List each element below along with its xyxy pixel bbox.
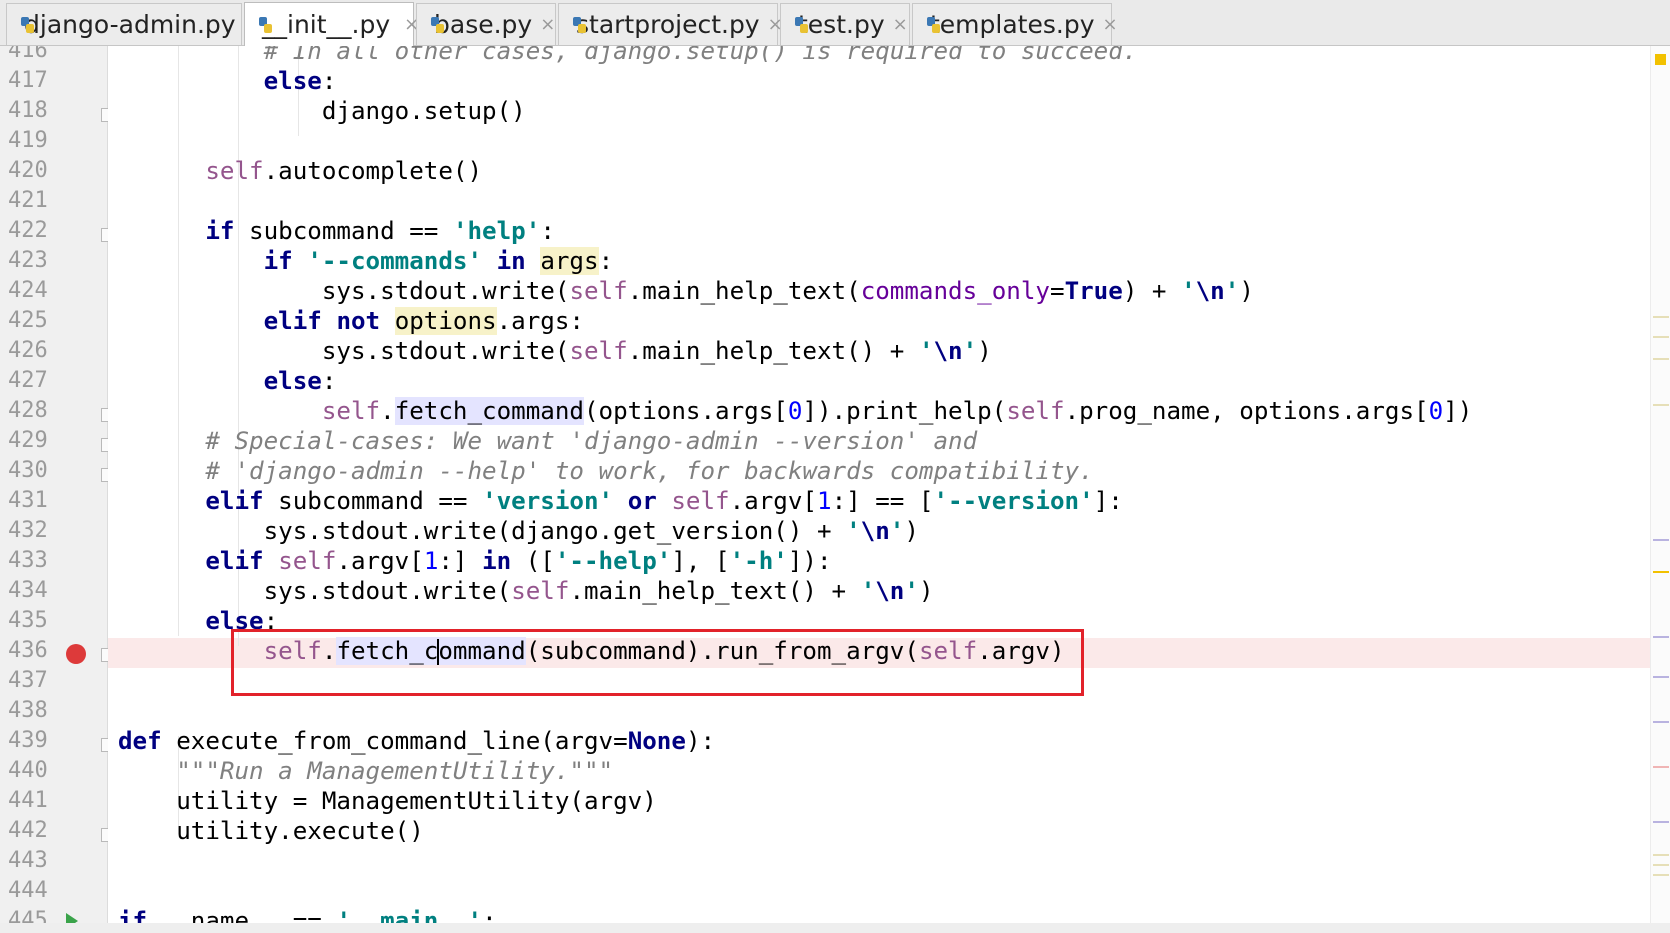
code-line-441: utility = ManagementUtility(argv) xyxy=(176,787,657,815)
code-line-440: """Run a ManagementUtility.""" xyxy=(176,757,614,785)
tab-base-py[interactable]: base.py × xyxy=(416,3,556,45)
code-line-427: else: xyxy=(263,367,337,395)
code-line-424: sys.stdout.write(self.main_help_text(com… xyxy=(321,277,1254,305)
tab-test-py[interactable]: test.py × xyxy=(780,3,910,45)
stripe-mark[interactable] xyxy=(1653,404,1669,406)
warning-indicator-icon[interactable] xyxy=(1655,54,1666,65)
stripe-mark[interactable] xyxy=(1653,874,1669,876)
tab-label: base.py xyxy=(434,10,533,39)
tab-startproject-py[interactable]: startproject.py × xyxy=(558,3,783,45)
stripe-mark[interactable] xyxy=(1653,854,1669,856)
tab-label: startproject.py xyxy=(576,10,760,39)
tab-init-py[interactable]: __init__.py × xyxy=(244,2,419,46)
code-line-425: elif not options.args: xyxy=(263,307,584,335)
code-line-434: sys.stdout.write(self.main_help_text() +… xyxy=(263,577,934,605)
line-number: 435 xyxy=(8,608,48,633)
stripe-mark[interactable] xyxy=(1653,821,1669,823)
code-line-428: self.fetch_command(options.args[0]).prin… xyxy=(321,397,1473,425)
line-number: 430 xyxy=(8,458,48,483)
line-number: 444 xyxy=(8,878,48,903)
line-number: 440 xyxy=(8,758,48,783)
code-line-430: # 'django-admin --help' to work, for bac… xyxy=(205,457,1094,485)
stripe-mark[interactable] xyxy=(1653,571,1669,573)
line-number: 421 xyxy=(8,188,48,213)
editor-tab-bar: django-admin.py × __init__.py × base.py … xyxy=(0,0,1670,46)
code-line-439: def execute_from_command_line(argv=None)… xyxy=(118,727,716,755)
code-line-418: django.setup() xyxy=(321,97,526,125)
code-line-433: elif self.argv[1:] in (['--help'], ['-h'… xyxy=(205,547,832,575)
tab-label: templates.py xyxy=(930,10,1095,39)
close-tab-icon[interactable]: × xyxy=(1103,14,1118,35)
stripe-mark[interactable] xyxy=(1653,336,1669,338)
line-number: 417 xyxy=(8,68,48,93)
line-number: 423 xyxy=(8,248,48,273)
line-number: 425 xyxy=(8,308,48,333)
close-tab-icon[interactable]: × xyxy=(893,14,908,35)
line-number: 443 xyxy=(8,848,48,873)
line-number: 431 xyxy=(8,488,48,513)
line-number-gutter[interactable]: 416 417 418 419 420 421 422 423 424 425 … xyxy=(0,46,108,933)
code-line-423: if '--commands' in args: xyxy=(263,247,614,275)
code-line-417: else: xyxy=(263,67,337,95)
line-number: 416 xyxy=(8,46,48,63)
line-number: 418 xyxy=(8,98,48,123)
code-line-431: elif subcommand == 'version' or self.arg… xyxy=(205,487,1123,515)
line-number: 437 xyxy=(8,668,48,693)
line-number: 438 xyxy=(8,698,48,723)
code-line-432: sys.stdout.write(django.get_version() + … xyxy=(263,517,919,545)
code-line-416: # In all other cases, django.setup() is … xyxy=(263,46,1138,65)
code-line-420: self.autocomplete() xyxy=(205,157,483,185)
line-number: 419 xyxy=(8,128,48,153)
line-number: 439 xyxy=(8,728,48,753)
tab-django-admin-py[interactable]: django-admin.py × xyxy=(6,3,259,45)
line-number: 434 xyxy=(8,578,48,603)
stripe-mark[interactable] xyxy=(1653,316,1669,318)
code-line-426: sys.stdout.write(self.main_help_text() +… xyxy=(321,337,992,365)
line-number: 433 xyxy=(8,548,48,573)
code-line-429: # Special-cases: We want 'django-admin -… xyxy=(205,427,978,455)
stripe-mark[interactable] xyxy=(1653,636,1669,638)
stripe-mark[interactable] xyxy=(1653,539,1669,541)
line-number: 441 xyxy=(8,788,48,813)
code-editor[interactable]: # In all other cases, django.setup() is … xyxy=(108,46,1650,923)
tab-label: __init__.py xyxy=(262,10,391,39)
tab-label: test.py xyxy=(798,10,885,39)
line-number: 432 xyxy=(8,518,48,543)
line-number: 436 xyxy=(8,638,48,663)
line-number: 427 xyxy=(8,368,48,393)
code-line-422: if subcommand == 'help': xyxy=(205,217,555,245)
stripe-mark[interactable] xyxy=(1653,766,1669,768)
line-number: 442 xyxy=(8,818,48,843)
line-number: 422 xyxy=(8,218,48,243)
line-number: 420 xyxy=(8,158,48,183)
horizontal-scrollbar[interactable] xyxy=(0,923,1670,933)
close-tab-icon[interactable]: × xyxy=(540,14,555,35)
highlight-annotation-box xyxy=(231,629,1084,696)
line-number: 429 xyxy=(8,428,48,453)
stripe-mark[interactable] xyxy=(1653,721,1669,723)
stripe-mark[interactable] xyxy=(1653,864,1669,866)
tab-label: django-admin.py xyxy=(24,10,236,39)
error-stripe[interactable] xyxy=(1650,46,1670,923)
line-number: 426 xyxy=(8,338,48,363)
stripe-mark[interactable] xyxy=(1653,676,1669,678)
breakpoint-icon[interactable] xyxy=(66,644,86,664)
stripe-mark[interactable] xyxy=(1653,358,1669,360)
code-line-442: utility.execute() xyxy=(176,817,424,845)
line-number: 428 xyxy=(8,398,48,423)
tab-templates-py[interactable]: templates.py × xyxy=(912,3,1118,45)
code-line-445: if __name__ == '__main__': xyxy=(118,907,497,923)
line-number: 424 xyxy=(8,278,48,303)
